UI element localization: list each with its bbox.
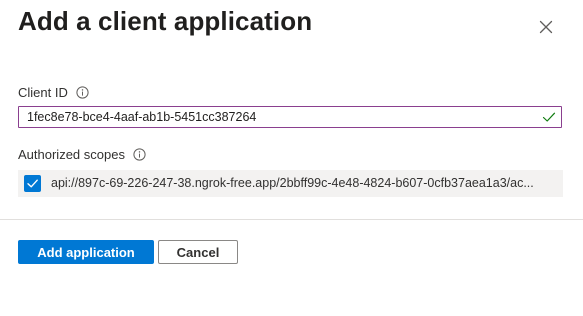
add-application-button[interactable]: Add application [18,240,154,264]
client-id-label: Client ID [18,85,68,100]
authorized-scopes-label-row: Authorized scopes [18,147,146,162]
info-icon[interactable] [133,148,146,161]
scope-value: api://897c-69-226-247-38.ngrok-free.app/… [51,176,534,190]
scope-list-item[interactable]: api://897c-69-226-247-38.ngrok-free.app/… [18,170,563,197]
panel-title: Add a client application [18,6,313,36]
add-client-application-panel: Add a client application Client ID Autho… [0,0,583,316]
info-icon[interactable] [76,86,89,99]
client-id-field-container [18,106,562,128]
close-icon [539,20,553,34]
authorized-scopes-label: Authorized scopes [18,147,125,162]
scope-checkbox[interactable] [24,175,41,192]
checkbox-checked-icon [27,179,38,188]
close-button[interactable] [534,15,558,39]
client-id-input[interactable] [19,107,534,127]
footer-divider [0,219,583,220]
cancel-button[interactable]: Cancel [158,240,238,264]
client-id-label-row: Client ID [18,85,89,100]
checkmark-valid-icon [542,110,556,124]
